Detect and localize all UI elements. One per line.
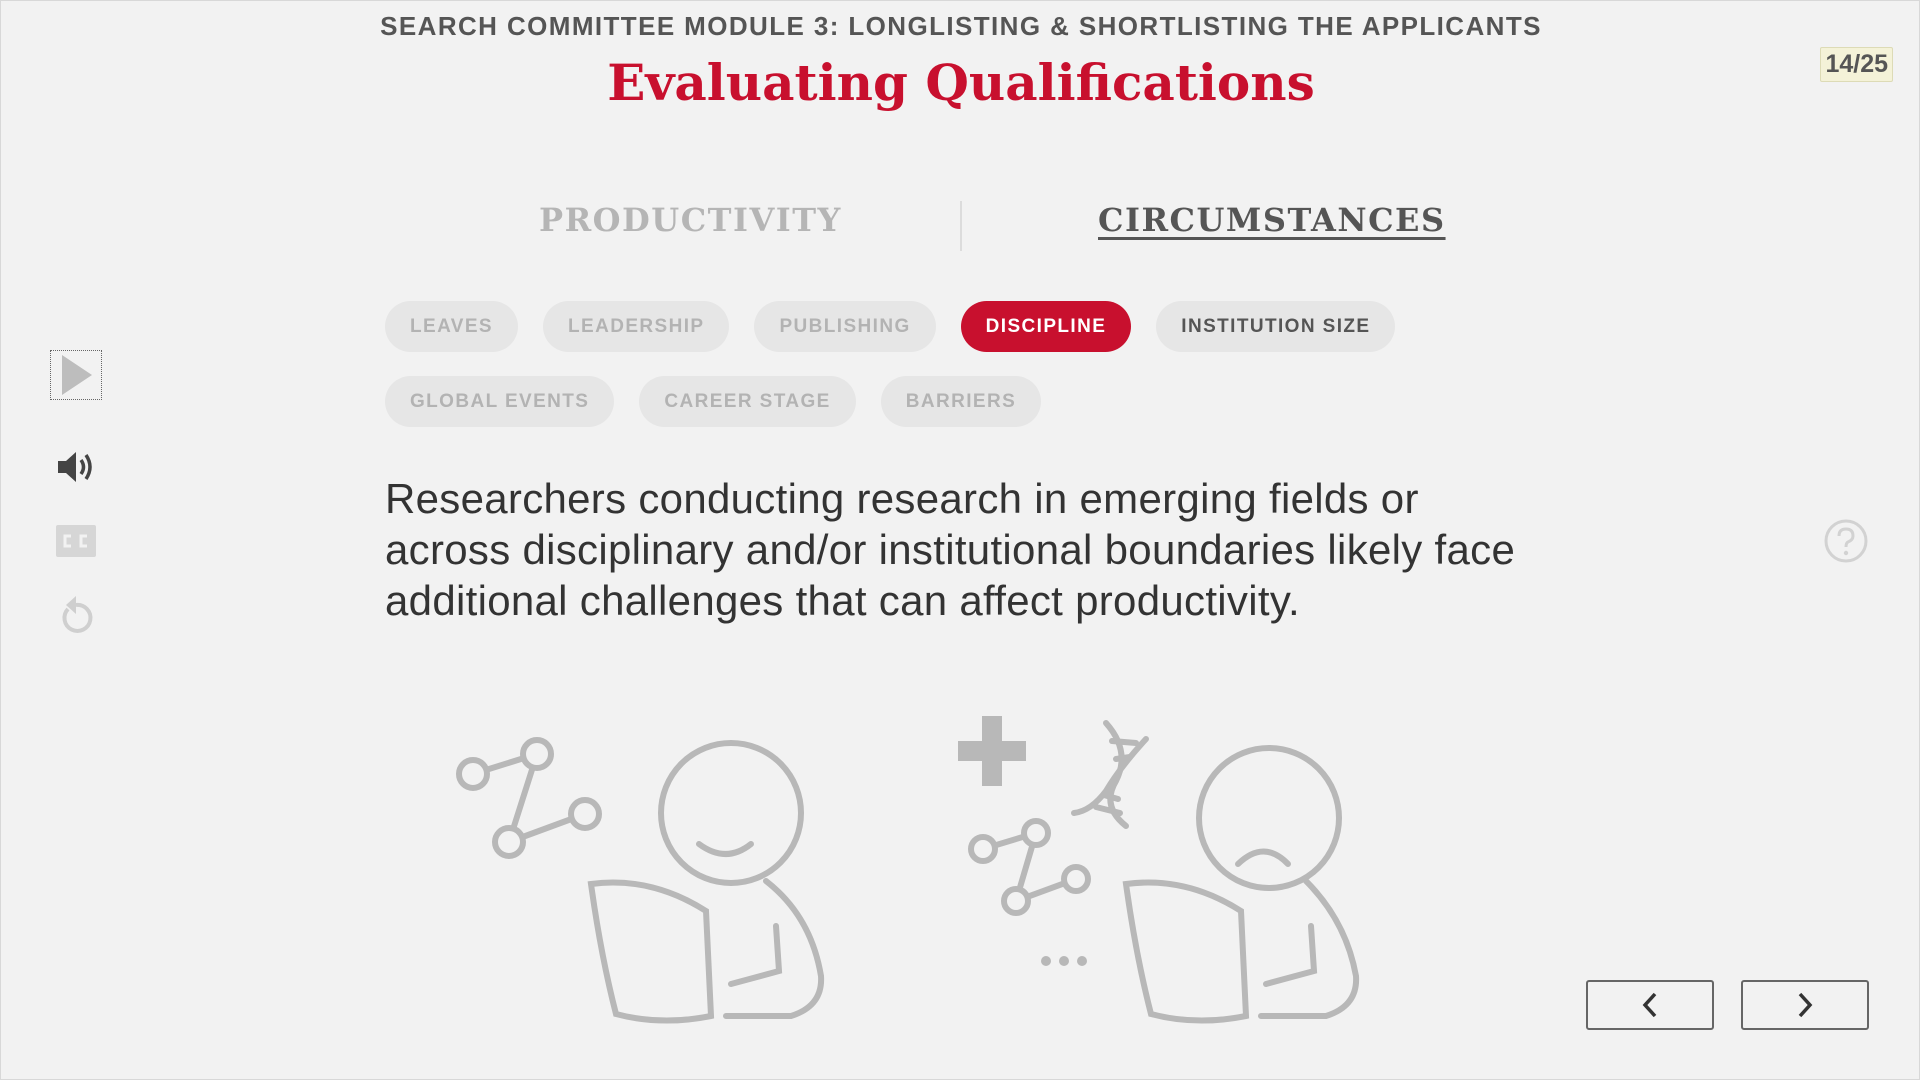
chip-institution-size[interactable]: INSTITUTION SIZE — [1156, 301, 1396, 352]
tab-divider — [960, 201, 962, 251]
happy-researcher-illustration — [456, 737, 825, 1024]
chip-barriers[interactable]: BARRIERS — [880, 376, 1042, 427]
chip-discipline[interactable]: DISCIPLINE — [960, 301, 1132, 352]
previous-slide-button[interactable] — [1586, 980, 1714, 1030]
chip-global-events[interactable]: GLOBAL EVENTS — [385, 376, 615, 427]
play-button[interactable] — [50, 350, 102, 400]
chip-career-stage[interactable]: CAREER STAGE — [639, 376, 856, 427]
body-text: Researchers conducting research in emerg… — [385, 475, 1516, 624]
sad-researcher-illustration — [958, 716, 1360, 1024]
topic-chips: LEAVES LEADERSHIP PUBLISHING DISCIPLINE … — [385, 301, 1396, 451]
volume-button[interactable] — [50, 442, 102, 492]
slide-title: Evaluating Qualifications — [607, 53, 1315, 112]
help-button[interactable] — [1823, 518, 1869, 564]
chevron-left-icon — [1642, 992, 1657, 1018]
volume-icon — [58, 452, 92, 482]
replay-button[interactable] — [50, 590, 102, 640]
chip-row-2: GLOBAL EVENTS CAREER STAGE BARRIERS — [385, 376, 1385, 427]
chevron-right-icon — [1798, 992, 1813, 1018]
tab-productivity[interactable]: PRODUCTIVITY — [539, 201, 842, 239]
play-icon — [62, 355, 92, 395]
next-slide-button[interactable] — [1741, 980, 1869, 1030]
chip-publishing[interactable]: PUBLISHING — [754, 301, 936, 352]
main-tabs: PRODUCTIVITY CIRCUMSTANCES — [1, 201, 1920, 255]
chip-leadership[interactable]: LEADERSHIP — [543, 301, 730, 352]
closed-captions-icon — [56, 525, 96, 557]
page-counter: 14/25 — [1820, 47, 1893, 82]
chip-row-1: LEAVES LEADERSHIP PUBLISHING DISCIPLINE … — [385, 301, 1396, 352]
closed-captions-button[interactable] — [50, 524, 102, 558]
chip-leaves[interactable]: LEAVES — [385, 301, 519, 352]
tab-circumstances[interactable]: CIRCUMSTANCES — [1098, 201, 1446, 239]
module-title: SEARCH COMMITTEE MODULE 3: LONGLISTING &… — [380, 11, 1542, 41]
help-icon — [1824, 519, 1868, 563]
replay-icon — [62, 596, 93, 633]
